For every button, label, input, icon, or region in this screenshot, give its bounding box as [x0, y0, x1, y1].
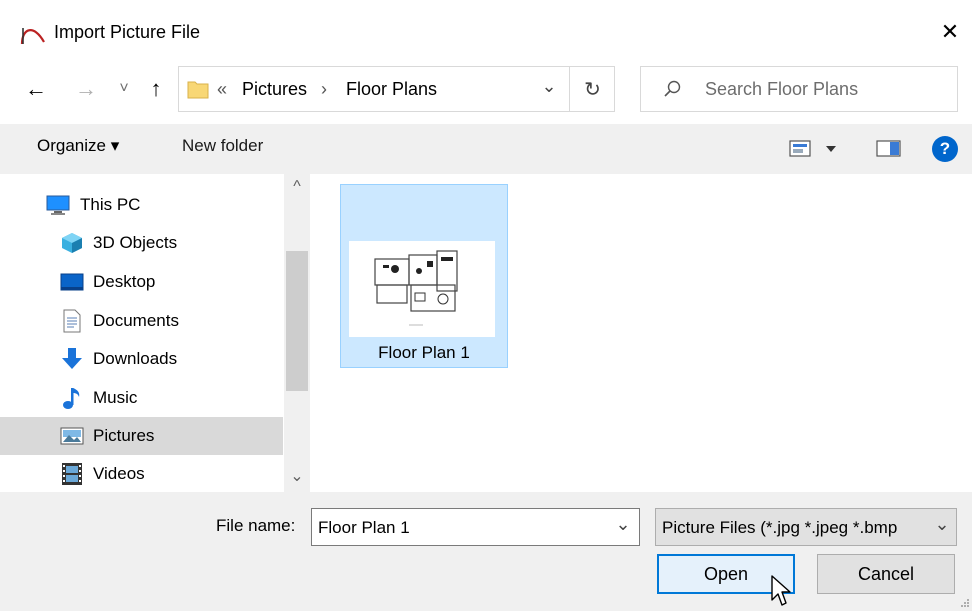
close-icon: ✕ — [940, 19, 960, 44]
file-type-value: Picture Files (*.jpg *.jpeg *.bmp — [662, 518, 898, 537]
tree-item-label: Music — [93, 388, 138, 407]
chevron-down-icon: ⌄ — [615, 513, 631, 534]
help-button[interactable]: ? — [932, 136, 958, 162]
music-note-icon — [63, 388, 80, 409]
command-bar: Organize ▾ New folder ? — [0, 124, 972, 174]
search-input[interactable]: Search Floor Plans — [705, 79, 858, 100]
scrollbar-thumb[interactable] — [286, 251, 308, 391]
tree-item-music[interactable]: Music — [0, 379, 283, 417]
preview-pane-icon — [876, 140, 901, 157]
breadcrumb-pictures[interactable]: Pictures — [242, 79, 307, 100]
address-bar[interactable]: « Pictures › Floor Plans ⌄ ↻ — [178, 66, 615, 112]
file-item[interactable]: Floor Plan 1 — [340, 184, 508, 368]
tree-item-label: 3D Objects — [93, 233, 178, 252]
chevron-down-icon: ˅ — [119, 80, 129, 97]
navigation-pane[interactable]: This PC 3D Objects Desktop Documents Dow… — [0, 174, 310, 492]
help-icon: ? — [939, 139, 951, 158]
file-name-label: File name: — [216, 516, 296, 535]
tree-item-label: Downloads — [93, 349, 178, 368]
chevron-down-icon: ⌄ — [290, 468, 304, 485]
window-title: Import Picture File — [54, 22, 201, 42]
cube-icon — [62, 233, 82, 253]
cancel-button-label: Cancel — [857, 563, 915, 584]
file-name-dropdown-button[interactable]: ⌄ — [607, 509, 639, 545]
forward-button[interactable]: → — [72, 74, 100, 104]
preview-pane-button[interactable] — [876, 138, 902, 160]
scroll-up-button[interactable]: ^ — [284, 176, 310, 198]
refresh-icon: ↻ — [584, 78, 601, 101]
organize-button[interactable]: Organize ▾ — [37, 136, 119, 156]
folder-icon — [187, 81, 209, 99]
chevron-down-icon: ⌄ — [934, 513, 950, 534]
picture-icon — [60, 427, 84, 445]
app-arch-icon — [20, 28, 45, 45]
forward-arrow-icon: → — [75, 76, 97, 101]
file-type-select[interactable]: Picture Files (*.jpg *.jpeg *.bmp ⌄ — [655, 508, 957, 546]
navigation-scrollbar[interactable]: ^ ⌄ — [284, 174, 310, 492]
cancel-button[interactable]: Cancel — [817, 554, 955, 594]
view-options-button[interactable] — [788, 138, 840, 160]
resize-grip-icon[interactable] — [958, 596, 970, 608]
view-icon — [789, 140, 836, 157]
desktop-icon — [60, 273, 84, 291]
tree-item-label: This PC — [80, 195, 141, 214]
download-icon — [62, 348, 82, 369]
tree-item-pictures[interactable]: Pictures — [0, 417, 283, 455]
tree-item-documents[interactable]: Documents — [0, 302, 283, 340]
file-thumbnail — [349, 241, 495, 337]
film-icon — [62, 463, 82, 485]
file-view[interactable]: Floor Plan 1 — [310, 174, 972, 492]
recent-locations-button[interactable]: ˅ — [110, 74, 138, 104]
back-arrow-icon: ← — [25, 76, 47, 101]
chevron-up-icon: ^ — [293, 178, 301, 195]
breadcrumb-separator: › — [321, 79, 327, 99]
up-button[interactable]: ↑ — [142, 74, 170, 104]
computer-icon — [46, 195, 70, 215]
tree-item-label: Documents — [93, 311, 179, 330]
file-name-input[interactable]: Floor Plan 1 — [318, 518, 410, 538]
close-button[interactable]: ✕ — [928, 12, 972, 52]
up-arrow-icon: ↑ — [150, 76, 162, 101]
tree-item-label: Videos — [93, 464, 145, 483]
tree-item-label: Desktop — [93, 272, 156, 291]
title-bar: Import Picture File ✕ — [0, 0, 972, 64]
open-button-label: Open — [703, 563, 749, 584]
tree-item-downloads[interactable]: Downloads — [0, 340, 283, 378]
tree-item-label: Pictures — [93, 426, 155, 445]
breadcrumb-floor-plans[interactable]: Floor Plans — [346, 79, 437, 100]
tree-item-videos[interactable]: Videos — [0, 455, 283, 493]
chevron-down-icon: ⌄ — [541, 75, 557, 96]
new-folder-button[interactable]: New folder — [182, 136, 263, 156]
tree-item-3d-objects[interactable]: 3D Objects — [0, 224, 283, 262]
file-name-field[interactable]: Floor Plan 1 ⌄ — [311, 508, 640, 546]
address-dropdown-button[interactable]: ⌄ — [529, 67, 569, 111]
back-button[interactable]: ← — [22, 74, 50, 104]
tree-item-desktop[interactable]: Desktop — [0, 263, 283, 301]
refresh-button[interactable]: ↻ — [569, 67, 615, 111]
search-box[interactable]: Search Floor Plans — [640, 66, 958, 112]
file-name-label: Floor Plan 1 — [378, 343, 470, 362]
address-overflow[interactable]: « — [217, 79, 227, 100]
floor-plan-thumbnail-icon — [374, 250, 458, 326]
mouse-pointer-icon — [771, 575, 791, 606]
file-type-dropdown-button[interactable]: ⌄ — [928, 509, 956, 545]
dialog-footer: File name: Floor Plan 1 ⌄ Picture Files … — [0, 492, 972, 611]
search-icon — [664, 80, 681, 97]
scroll-down-button[interactable]: ⌄ — [284, 468, 310, 490]
document-icon — [63, 309, 81, 333]
tree-item-this-pc[interactable]: This PC — [0, 186, 283, 224]
